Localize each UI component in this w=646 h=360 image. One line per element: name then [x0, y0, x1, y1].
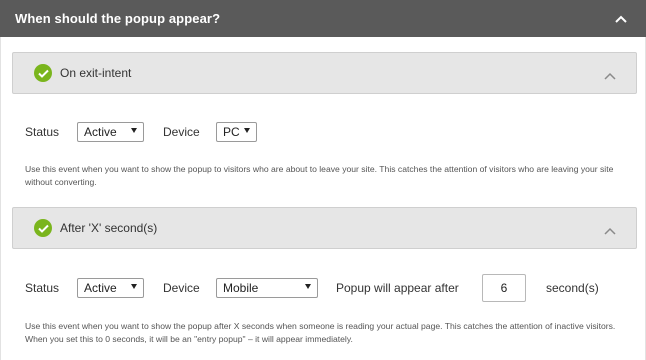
delay-seconds-input[interactable]: 6 [482, 274, 526, 302]
caret-down-icon [131, 128, 137, 133]
status-select[interactable]: Active [77, 122, 144, 142]
caret-down-icon [244, 128, 250, 133]
caret-down-icon [131, 284, 137, 289]
device-select[interactable]: Mobile [216, 278, 318, 298]
check-circle-icon[interactable] [34, 64, 52, 82]
event-header-after-seconds[interactable]: After 'X' second(s) [12, 207, 637, 249]
status-label: Status [25, 281, 60, 295]
event-title: On exit-intent [60, 66, 132, 80]
device-label: Device [163, 281, 200, 295]
check-circle-icon[interactable] [34, 219, 52, 237]
delay-unit: second(s) [546, 281, 599, 295]
device-value: Mobile [223, 281, 259, 295]
event-title: After 'X' second(s) [60, 221, 158, 235]
device-value: PC [223, 125, 240, 139]
status-value: Active [84, 281, 117, 295]
section-title: When should the popup appear? [15, 11, 221, 26]
device-label: Device [163, 125, 200, 139]
chevron-up-icon[interactable] [604, 67, 616, 80]
status-label: Status [25, 125, 60, 139]
event-header-exit-intent[interactable]: On exit-intent [12, 52, 637, 94]
caret-down-icon [305, 284, 311, 289]
delay-label: Popup will appear after [336, 281, 459, 295]
event-description: Use this event when you want to show the… [25, 321, 616, 344]
status-value: Active [84, 125, 117, 139]
chevron-up-icon[interactable] [604, 222, 616, 235]
section-header[interactable]: When should the popup appear? [0, 0, 646, 37]
status-select[interactable]: Active [77, 278, 144, 298]
event-description: Use this event when you want to show the… [25, 164, 614, 187]
device-select[interactable]: PC [216, 122, 257, 142]
chevron-up-icon[interactable] [614, 12, 628, 26]
section-body: On exit-intent Status Active Device PC U… [0, 37, 646, 360]
